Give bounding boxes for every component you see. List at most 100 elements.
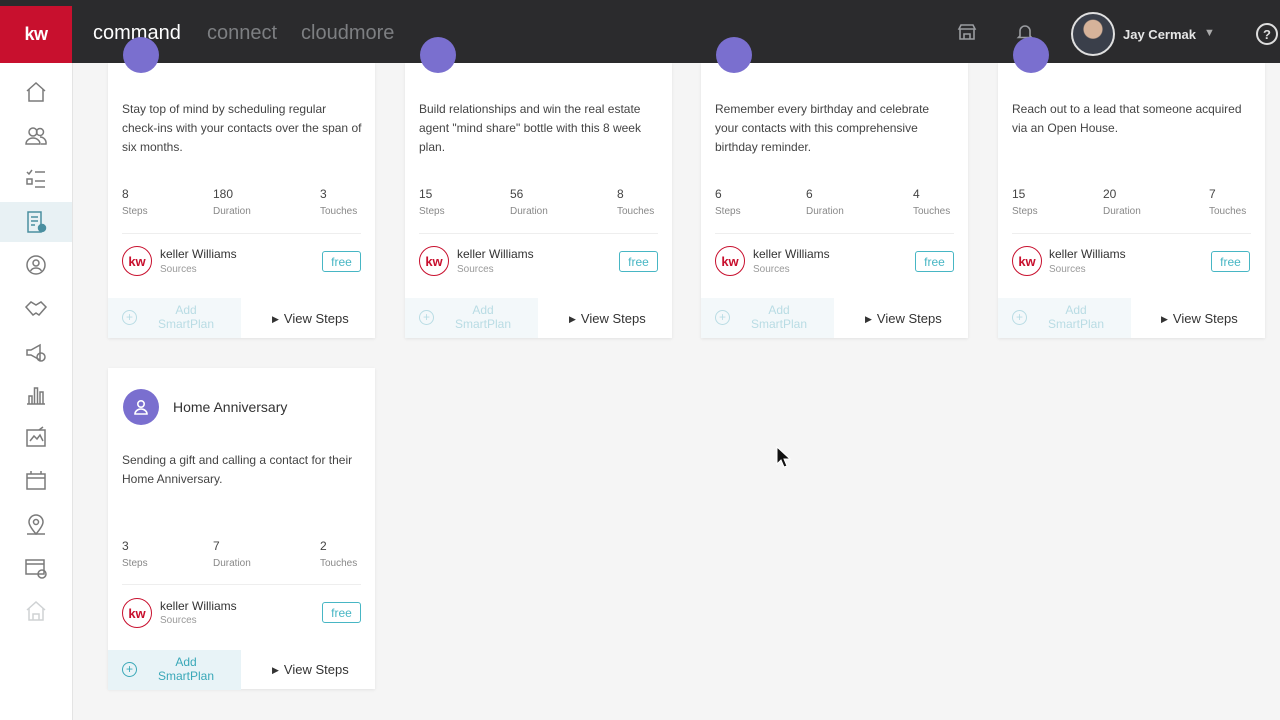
opportunities-icon[interactable]: [0, 245, 72, 285]
divider: [1012, 233, 1251, 234]
caret-right-icon: ▶: [272, 314, 279, 324]
kw-source-logo: kw: [419, 246, 449, 276]
add-smartplan-label: Add SmartPlan: [1047, 303, 1105, 331]
plan-title[interactable]: Home Anniversary: [173, 399, 287, 415]
view-steps-button[interactable]: ▶ View Steps: [865, 311, 942, 326]
kw-source-logo: kw: [715, 246, 745, 276]
contacts-icon[interactable]: [0, 116, 72, 156]
add-smartplan-label: Add SmartPlan: [157, 303, 215, 331]
view-steps-button[interactable]: ▶ View Steps: [1161, 311, 1238, 326]
user-avatar[interactable]: [1071, 12, 1115, 56]
source-name: keller Williams: [753, 247, 830, 261]
reports-icon[interactable]: [0, 375, 72, 415]
designs-icon[interactable]: [0, 418, 72, 458]
divider: [122, 584, 361, 585]
help-icon[interactable]: ?: [1256, 23, 1278, 45]
add-smartplan-button[interactable]: + Add SmartPlan: [108, 298, 241, 338]
smartplans-icon[interactable]: [0, 202, 72, 242]
card-description: Remember every birthday and celebrate yo…: [715, 102, 930, 154]
card-description: Build relationships and win the real est…: [419, 102, 641, 154]
free-badge: free: [322, 602, 361, 623]
card-description: Sending a gift and calling a contact for…: [122, 453, 353, 486]
add-smartplan-button[interactable]: + Add SmartPlan: [701, 298, 834, 338]
source-label: Sources: [457, 264, 494, 275]
listings-icon[interactable]: [0, 461, 72, 501]
view-steps-button[interactable]: ▶ View Steps: [272, 311, 349, 326]
divider: [419, 233, 658, 234]
view-steps-button[interactable]: ▶ View Steps: [272, 662, 349, 677]
house-icon[interactable]: [0, 591, 72, 631]
caret-right-icon: ▶: [569, 314, 576, 324]
plan-icon: [716, 37, 752, 73]
stores-icon[interactable]: [0, 548, 72, 588]
add-circle-icon: +: [122, 310, 137, 325]
stat-duration: 6 Duration: [806, 187, 844, 217]
add-smartplan-button[interactable]: + Add SmartPlan: [998, 298, 1131, 338]
smartplan-card-home-anniversary: Home Anniversary Sending a gift and call…: [108, 368, 375, 690]
view-steps-label: View Steps: [580, 311, 646, 326]
stat-duration: 7 Duration: [213, 539, 251, 569]
source-label: Sources: [160, 615, 197, 626]
free-badge: free: [322, 251, 361, 272]
add-smartplan-label: Add SmartPlan: [454, 303, 512, 331]
stat-steps: 15 Steps: [419, 187, 445, 217]
source-label: Sources: [753, 264, 790, 275]
top-navigation-bar: kw command connect cloudmore Jay Cermak …: [0, 0, 1280, 63]
card-description: Reach out to a lead that someone acquire…: [1012, 102, 1242, 135]
add-circle-icon: +: [715, 310, 730, 325]
smartplan-card: Build relationships and win the real est…: [405, 37, 672, 338]
kw-source-logo: kw: [122, 598, 152, 628]
free-badge: free: [1211, 251, 1250, 272]
nav-cloudmore[interactable]: cloudmore: [301, 22, 394, 45]
stat-steps: 8 Steps: [122, 187, 148, 217]
stat-touches: 3 Touches: [320, 187, 358, 217]
map-icon[interactable]: [0, 505, 72, 545]
plan-icon: [123, 37, 159, 73]
view-steps-label: View Steps: [1172, 311, 1238, 326]
deals-icon[interactable]: [0, 289, 72, 329]
add-smartplan-button[interactable]: + Add SmartPlan: [108, 650, 241, 690]
stat-steps: 6 Steps: [715, 187, 741, 217]
source-name: keller Williams: [1049, 247, 1126, 261]
view-steps-label: View Steps: [283, 311, 349, 326]
source-label: Sources: [160, 264, 197, 275]
stat-duration: 180 Duration: [213, 187, 251, 217]
view-steps-label: View Steps: [283, 662, 349, 677]
home-icon[interactable]: [0, 72, 72, 112]
chevron-down-icon[interactable]: ▼: [1204, 27, 1215, 39]
plan-icon: [1013, 37, 1049, 73]
nav-connect[interactable]: connect: [207, 22, 277, 45]
smartplan-card: Remember every birthday and celebrate yo…: [701, 37, 968, 338]
plan-icon: [420, 37, 456, 73]
stat-steps: 15 Steps: [1012, 187, 1038, 217]
stat-duration: 20 Duration: [1103, 187, 1141, 217]
source-name: keller Williams: [160, 247, 237, 261]
mouse-cursor-icon: [776, 446, 792, 468]
sidebar: [0, 63, 73, 720]
add-smartplan-button[interactable]: + Add SmartPlan: [405, 298, 538, 338]
kw-logo[interactable]: kw: [0, 6, 72, 63]
user-name[interactable]: Jay Cermak: [1123, 27, 1196, 42]
divider: [122, 233, 361, 234]
view-steps-button[interactable]: ▶ View Steps: [569, 311, 646, 326]
add-circle-icon: +: [419, 310, 434, 325]
free-badge: free: [915, 251, 954, 272]
caret-right-icon: ▶: [272, 665, 279, 675]
tasks-icon[interactable]: [0, 159, 72, 199]
smartplan-card: Stay top of mind by scheduling regular c…: [108, 37, 375, 338]
card-description: Stay top of mind by scheduling regular c…: [122, 102, 362, 154]
smartplan-card: Reach out to a lead that someone acquire…: [998, 37, 1265, 338]
stat-steps: 3 Steps: [122, 539, 148, 569]
view-steps-label: View Steps: [876, 311, 942, 326]
kw-source-logo: kw: [1012, 246, 1042, 276]
caret-right-icon: ▶: [1161, 314, 1168, 324]
store-icon[interactable]: [957, 22, 977, 42]
add-circle-icon: +: [122, 662, 137, 677]
add-circle-icon: +: [1012, 310, 1027, 325]
caret-right-icon: ▶: [865, 314, 872, 324]
add-smartplan-label: Add SmartPlan: [157, 655, 215, 683]
source-label: Sources: [1049, 264, 1086, 275]
free-badge: free: [619, 251, 658, 272]
marketing-icon[interactable]: [0, 332, 72, 372]
person-icon: [123, 389, 159, 425]
